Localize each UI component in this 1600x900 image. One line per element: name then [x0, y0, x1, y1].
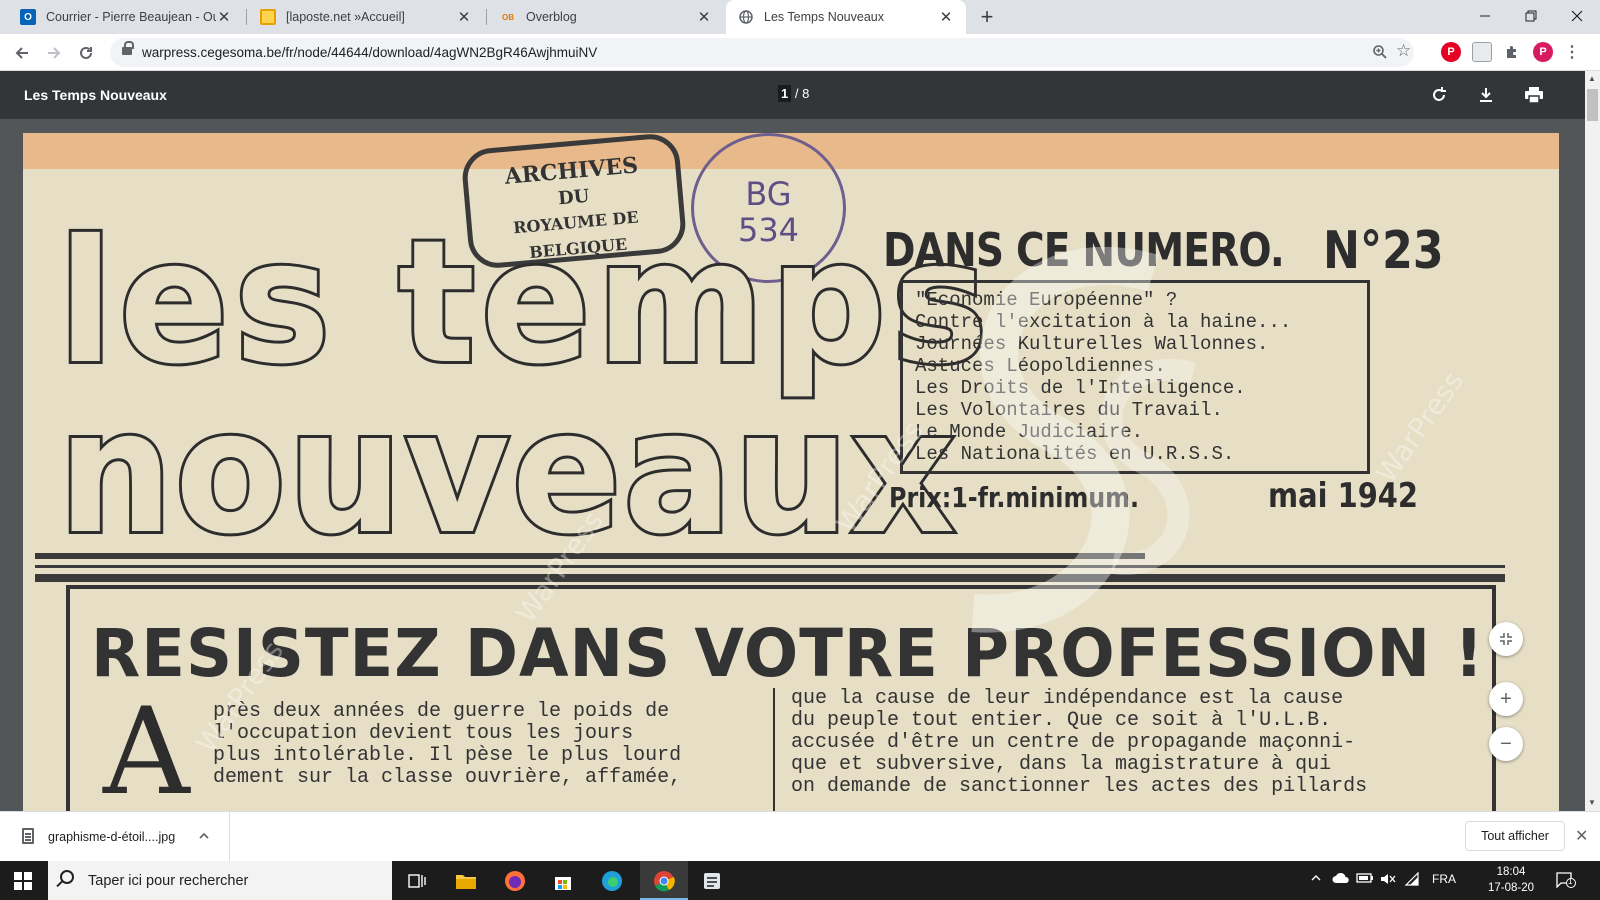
close-window-button[interactable] — [1554, 0, 1600, 32]
clock[interactable]: 18:04 17-08-20 — [1488, 864, 1534, 896]
close-tab-icon[interactable]: ✕ — [456, 8, 472, 26]
text-line: accusée d'être un centre de propagande m… — [791, 731, 1356, 754]
pdf-page: ARCHIVES DU ROYAUME DE BELGIQUE BG 534 l… — [23, 133, 1559, 811]
lock-icon — [122, 41, 134, 56]
file-icon — [22, 828, 34, 844]
tab-overblog[interactable]: OB Overblog ✕ — [488, 0, 724, 34]
text-line: dement sur la classe ouvrière, affamée, — [213, 766, 682, 789]
text-line: l'occupation devient tous les jours — [213, 722, 634, 745]
zoom-out-button[interactable]: − — [1489, 727, 1523, 761]
total-pages: / 8 — [794, 86, 810, 101]
drop-cap: A — [103, 683, 190, 812]
notification-count: 1 — [1568, 877, 1573, 886]
search-placeholder: Taper ici pour rechercher — [88, 873, 249, 889]
app-icon[interactable] — [700, 869, 724, 893]
chrome-icon[interactable] — [652, 869, 676, 893]
issue-number: N°23 — [1323, 221, 1444, 281]
page-indicator: 1 / 8 — [778, 85, 810, 102]
mail-icon — [260, 9, 276, 25]
taskbar-search[interactable]: Taper ici pour rechercher — [48, 861, 392, 900]
rotate-button[interactable] — [1427, 83, 1451, 107]
scroll-thumb[interactable] — [1587, 89, 1598, 121]
tab-laposte[interactable]: [laposte.net »Accueil] ✕ — [248, 0, 484, 34]
watermark: WarPress — [1369, 364, 1471, 489]
tab-les-temps-nouveaux[interactable]: Les Temps Nouveaux ✕ — [726, 0, 966, 34]
pdf-toolbar: Les Temps Nouveaux 1 / 8 — [0, 71, 1600, 119]
text-line: du peuple tout entier. Que ce soit à l'U… — [791, 709, 1332, 732]
language-indicator[interactable]: FRA — [1432, 872, 1456, 886]
file-explorer-icon[interactable] — [454, 869, 478, 893]
print-button[interactable] — [1522, 83, 1546, 107]
clock-time: 18:04 — [1496, 866, 1526, 878]
menu-kebab-icon[interactable]: ⋮ — [1562, 42, 1582, 62]
download-button[interactable] — [1474, 83, 1498, 107]
scroll-down-arrow[interactable]: ▼ — [1588, 798, 1596, 807]
tab-title: Courrier - Pierre Beaujean - Outlo — [46, 10, 216, 24]
search-icon — [60, 870, 74, 884]
tab-outlook[interactable]: O Courrier - Pierre Beaujean - Outlo ✕ — [8, 0, 244, 34]
tab-title: [laposte.net »Accueil] — [286, 10, 405, 24]
download-item[interactable]: graphisme-d-étoil....jpg — [0, 812, 230, 862]
bookmark-star-icon[interactable]: ☆ — [1396, 41, 1411, 61]
wifi-icon[interactable] — [1404, 871, 1420, 889]
overblog-icon: OB — [502, 12, 514, 22]
restore-button[interactable] — [1508, 0, 1554, 32]
outlook-icon: O — [20, 9, 36, 25]
pinterest-icon[interactable]: P — [1441, 42, 1461, 62]
show-all-button[interactable]: Tout afficher — [1465, 821, 1565, 851]
minimize-button[interactable] — [1462, 0, 1508, 32]
store-icon[interactable] — [551, 869, 575, 893]
tab-title: Overblog — [526, 10, 577, 24]
download-filename: graphisme-d-étoil....jpg — [48, 830, 176, 844]
cloud-icon[interactable] — [1332, 872, 1350, 887]
speaker-muted-icon[interactable] — [1380, 872, 1396, 889]
globe-icon — [738, 9, 754, 25]
notifications-icon[interactable]: 1 — [1556, 872, 1576, 891]
page-scrollbar[interactable]: ▲ ▼ — [1585, 71, 1600, 811]
edge-icon[interactable] — [600, 869, 624, 893]
firefox-icon[interactable] — [503, 869, 527, 893]
chevron-up-icon[interactable] — [198, 826, 210, 845]
text-line: près deux années de guerre le poids de — [213, 700, 670, 723]
close-download-bar-icon[interactable]: ✕ — [1575, 826, 1588, 846]
tab-separator — [486, 9, 487, 25]
windows-start-icon[interactable] — [14, 872, 32, 890]
zoom-in-button[interactable]: + — [1489, 682, 1523, 716]
browser-toolbar: warpress.cegesoma.be/fr/node/44644/downl… — [0, 34, 1600, 71]
battery-icon[interactable] — [1356, 872, 1374, 887]
back-button[interactable] — [8, 39, 36, 67]
fit-page-button[interactable] — [1489, 622, 1523, 656]
tab-separator — [246, 9, 247, 25]
close-tab-icon[interactable]: ✕ — [696, 8, 712, 26]
column-separator — [773, 688, 775, 811]
profile-avatar[interactable]: P — [1533, 42, 1553, 62]
address-bar[interactable]: warpress.cegesoma.be/fr/node/44644/downl… — [110, 38, 1414, 67]
close-tab-icon[interactable]: ✕ — [216, 8, 232, 26]
task-view-icon[interactable] — [405, 869, 429, 893]
watermark-logo — [971, 247, 1196, 633]
chevron-up-icon[interactable] — [1310, 872, 1322, 887]
extension-icon[interactable] — [1472, 42, 1492, 62]
tab-strip: O Courrier - Pierre Beaujean - Outlo ✕ [… — [0, 0, 1600, 34]
article-column-1: près deux années de guerre le poids de l… — [213, 701, 681, 789]
puzzle-icon[interactable] — [1502, 42, 1522, 62]
text-line: plus intolérable. Il pèse le plus lourd — [213, 744, 682, 767]
url-text: warpress.cegesoma.be/fr/node/44644/downl… — [142, 45, 598, 60]
text-line: on demande de sanctionner les actes des … — [791, 775, 1368, 798]
zoom-icon[interactable] — [1372, 42, 1388, 64]
close-tab-icon[interactable]: ✕ — [938, 8, 954, 26]
current-page-input[interactable]: 1 — [778, 85, 792, 102]
reload-button[interactable] — [72, 39, 100, 67]
text-line: que et subversive, dans la magistrature … — [791, 753, 1332, 776]
scroll-up-arrow[interactable]: ▲ — [1588, 74, 1596, 83]
pdf-title: Les Temps Nouveaux — [24, 87, 167, 103]
forward-button[interactable] — [40, 39, 68, 67]
tab-title: Les Temps Nouveaux — [764, 10, 884, 24]
windows-taskbar: Taper ici pour rechercher FRA 18:04 17-0… — [0, 861, 1600, 900]
masthead-line-2: nouveaux — [55, 374, 958, 572]
download-bar: graphisme-d-étoil....jpg Tout afficher ✕ — [0, 811, 1600, 862]
new-tab-button[interactable]: + — [973, 3, 1001, 31]
clock-date: 17-08-20 — [1488, 882, 1535, 894]
